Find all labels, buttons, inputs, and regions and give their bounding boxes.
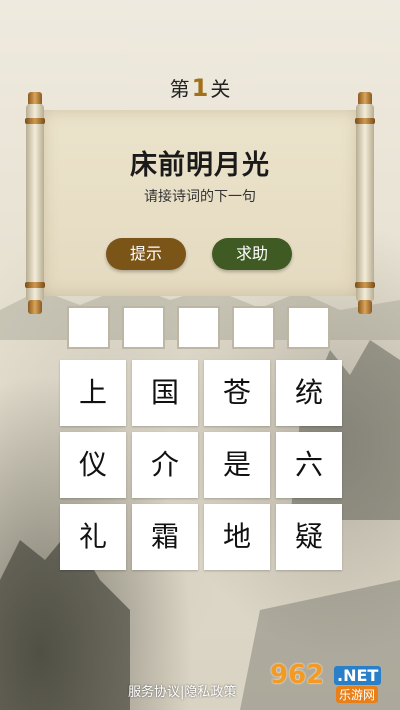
answer-slot[interactable] [67,306,110,349]
character-tile[interactable]: 地 [204,504,270,570]
watermark-sub: 乐游网 [336,686,379,703]
answer-slot[interactable] [232,306,275,349]
character-tile[interactable]: 苍 [204,360,270,426]
character-tile[interactable]: 是 [204,432,270,498]
character-tile[interactable]: 六 [276,432,342,498]
hint-button[interactable]: 提示 [106,238,186,270]
answer-slot[interactable] [177,306,220,349]
character-tile[interactable]: 霜 [132,504,198,570]
watermark-net: .NET [334,666,382,685]
footer-links[interactable]: 服务协议|隐私政策 [128,681,236,700]
character-tile[interactable]: 礼 [60,504,126,570]
character-tile[interactable]: 介 [132,432,198,498]
watermark-number: 962 [270,660,325,690]
character-tile[interactable]: 仪 [60,432,126,498]
poem-line: 床前明月光 [130,150,270,181]
answer-slot[interactable] [287,306,330,349]
help-button[interactable]: 求助 [212,238,292,270]
character-tile[interactable]: 国 [132,360,198,426]
character-tile[interactable]: 统 [276,360,342,426]
question-prompt: 请接诗词的下一句 [144,189,256,205]
answer-slot[interactable] [122,306,165,349]
character-tile[interactable]: 上 [60,360,126,426]
watermark-logo: 962 .NET 乐游网 [266,660,396,706]
character-tile[interactable]: 疑 [276,504,342,570]
